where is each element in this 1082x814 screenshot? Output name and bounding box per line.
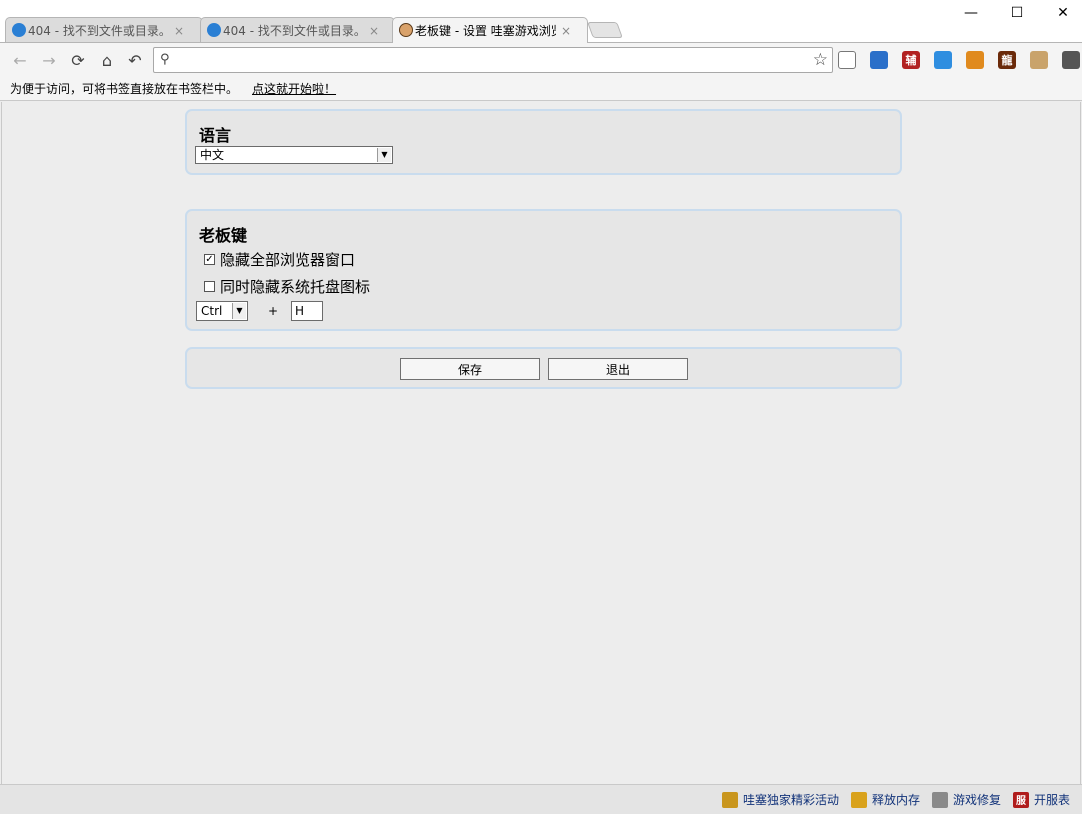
language-panel: 语言 中文 ▼	[185, 109, 902, 175]
chevron-down-icon: ▼	[232, 303, 246, 319]
close-icon[interactable]: ×	[368, 24, 380, 38]
close-icon[interactable]: ×	[173, 24, 185, 38]
title-bar: 404 - 找不到文件或目录。 × 404 - 找不到文件或目录。 × 老板键 …	[0, 0, 1082, 43]
bookmark-bar: 为便于访问，可将书签直接放在书签栏中。 点这就开始啦！	[0, 76, 1082, 101]
maximize-button[interactable]: ☐	[994, 0, 1040, 26]
gear-icon[interactable]	[934, 51, 952, 69]
address-input[interactable]	[180, 51, 800, 69]
new-tab-button[interactable]	[587, 22, 623, 38]
option-label: 同时隐藏系统托盘图标	[220, 278, 371, 296]
hide-tray-icon-option[interactable]: 同时隐藏系统托盘图标	[204, 276, 370, 297]
window-icon[interactable]	[838, 51, 856, 69]
user-icon[interactable]	[1030, 51, 1048, 69]
status-item[interactable]: 游戏修复	[931, 791, 1001, 808]
bosskey-panel: 老板键 ✓ 隐藏全部浏览器窗口 同时隐藏系统托盘图标 Ctrl ▼ +	[185, 209, 902, 331]
status-item[interactable]: 哇塞独家精彩活动	[721, 791, 839, 808]
bookmark-start-link[interactable]: 点这就开始啦！	[252, 80, 336, 97]
option-label: 隐藏全部浏览器窗口	[220, 251, 356, 269]
modifier-select[interactable]: Ctrl ▼	[196, 301, 248, 321]
hide-tray-icon-checkbox[interactable]	[204, 281, 215, 292]
user-avatar-icon	[399, 23, 413, 37]
status-bar: 哇塞独家精彩活动 释放内存 游戏修复服开服表	[0, 784, 1082, 814]
close-window-button[interactable]: ✕	[1040, 0, 1082, 26]
qq-penguin-icon	[207, 23, 221, 37]
actions-panel: 保存 退出	[185, 347, 902, 389]
forward-arrow-icon[interactable]: →	[38, 49, 60, 71]
chevron-down-icon: ▼	[377, 148, 391, 162]
settings-page: 语言 中文 ▼ 老板键 ✓ 隐藏全部浏览器窗口 同时隐藏系统托盘图标 Ctrl …	[1, 102, 1081, 784]
tab-title: 老板键 - 设置 哇塞游戏浏览器	[415, 24, 556, 38]
bookmark-star-icon[interactable]: ☆	[813, 50, 828, 70]
status-item-label: 哇塞独家精彩活动	[742, 793, 839, 807]
broom-icon	[850, 791, 867, 808]
exit-button[interactable]: 退出	[548, 358, 688, 380]
home-icon[interactable]: ⌂	[96, 49, 118, 71]
search-icon: ⚲	[160, 52, 170, 67]
tab-1[interactable]: 404 - 找不到文件或目录。 ×	[5, 17, 203, 43]
address-bar[interactable]: ⚲ ☆	[153, 47, 833, 73]
tools-icon	[931, 791, 948, 808]
hotkey-input[interactable]	[291, 301, 323, 321]
status-item-label: 开服表	[1033, 793, 1070, 807]
tab-title: 404 - 找不到文件或目录。	[28, 24, 169, 38]
puzzle-icon[interactable]	[870, 51, 888, 69]
tab-3-active[interactable]: 老板键 - 设置 哇塞游戏浏览器 ×	[392, 17, 588, 43]
save-button[interactable]: 保存	[400, 358, 540, 380]
game-icon[interactable]	[966, 51, 984, 69]
status-item[interactable]: 服开服表	[1012, 791, 1070, 808]
undo-icon[interactable]: ↶	[124, 49, 146, 71]
trophy-icon	[721, 791, 738, 808]
bosskey-title: 老板键	[199, 226, 248, 245]
fu-icon[interactable]: 辅	[902, 51, 920, 69]
status-item-label: 释放内存	[871, 793, 920, 807]
hide-all-windows-option[interactable]: ✓ 隐藏全部浏览器窗口	[204, 249, 355, 270]
hide-all-windows-checkbox[interactable]: ✓	[204, 254, 215, 265]
wrench-icon[interactable]	[1062, 51, 1080, 69]
language-select[interactable]: 中文 ▼	[195, 146, 393, 164]
status-item[interactable]: 释放内存	[850, 791, 920, 808]
toolbar: ← → ⟳ ⌂ ↶ ⚲ ☆ 辅 龍	[0, 42, 1082, 76]
tab-title: 404 - 找不到文件或目录。	[223, 24, 364, 38]
language-selected-value: 中文	[200, 148, 225, 162]
status-item-label: 游戏修复	[952, 793, 1001, 807]
bookmark-hint: 为便于访问，可将书签直接放在书签栏中。	[10, 81, 239, 96]
minimize-button[interactable]: —	[948, 0, 994, 26]
reload-icon[interactable]: ⟳	[67, 49, 89, 71]
qq-penguin-icon	[12, 23, 26, 37]
close-icon[interactable]: ×	[560, 24, 572, 38]
server-list-icon: 服	[1012, 791, 1029, 808]
modifier-value: Ctrl	[201, 304, 223, 318]
dragon-icon[interactable]: 龍	[998, 51, 1016, 69]
tab-2[interactable]: 404 - 找不到文件或目录。 ×	[200, 17, 395, 43]
back-arrow-icon[interactable]: ←	[9, 49, 31, 71]
language-title: 语言	[199, 126, 232, 145]
plus-sign: +	[268, 304, 279, 318]
